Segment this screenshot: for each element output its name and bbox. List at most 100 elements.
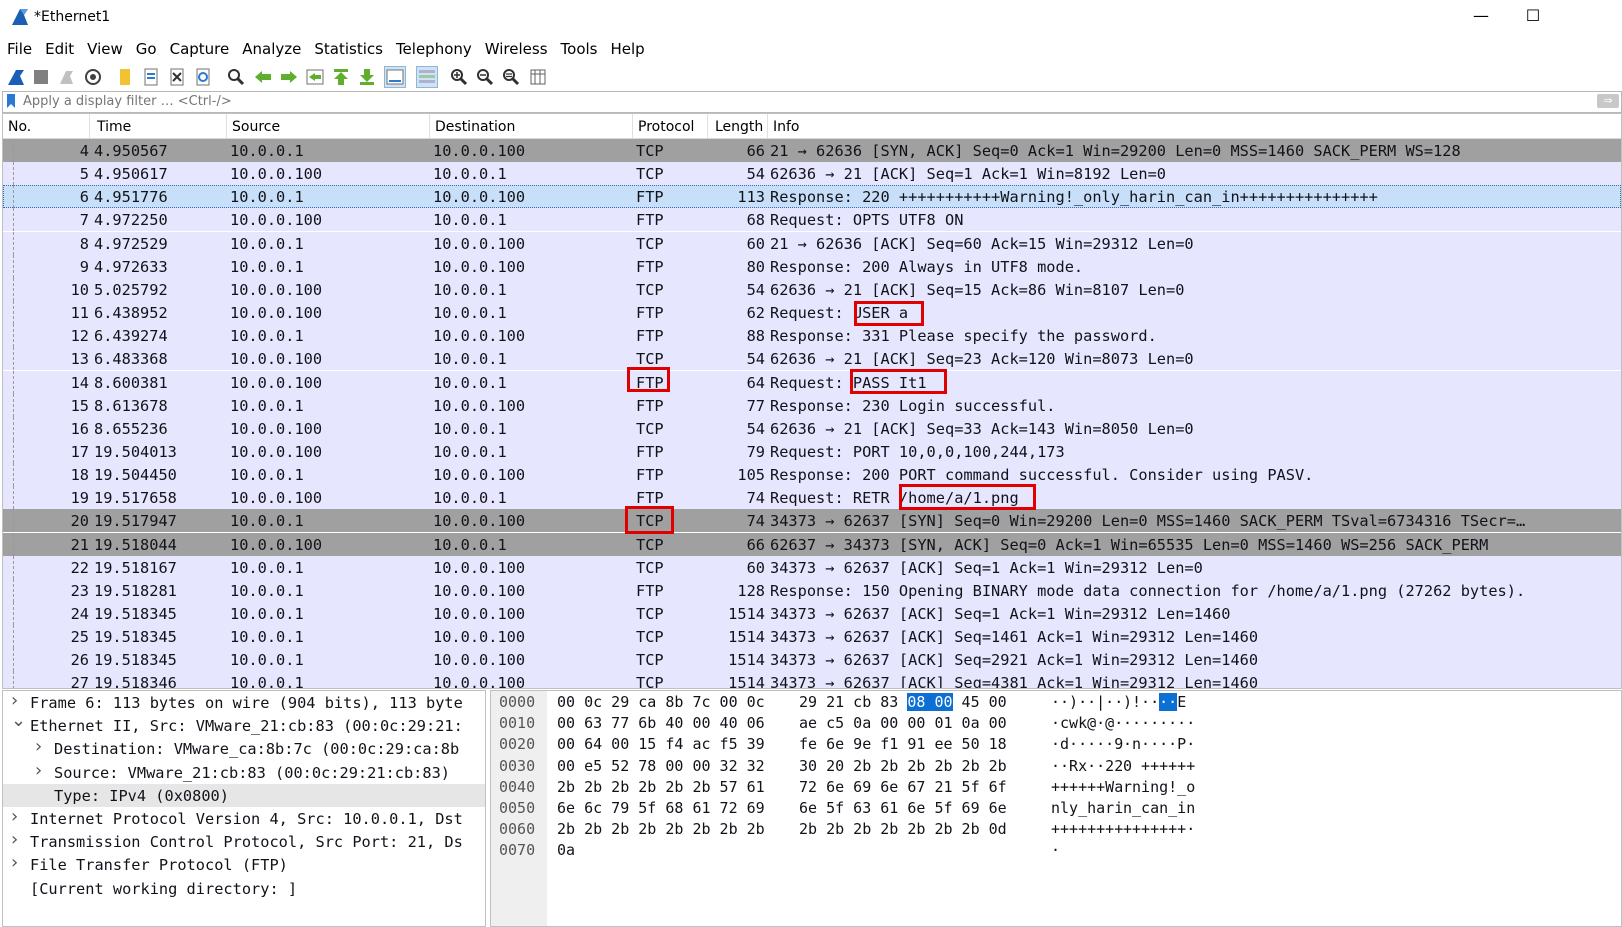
column-header-no[interactable]: No. bbox=[8, 119, 31, 135]
byte-row: 0010 00 63 77 6b 40 00 40 06 ae c5 0a 00 0… bbox=[491, 712, 1621, 733]
menu-statistics[interactable]: Statistics bbox=[307, 38, 389, 58]
menu-telephony[interactable]: Telephony bbox=[389, 38, 478, 58]
ascii-first: ++++++Wa bbox=[1051, 777, 1124, 796]
collapsed-chevron-icon[interactable]: › bbox=[11, 806, 18, 827]
table-row[interactable]: 19 19.517658 10.0.0.100 10.0.0.1 FTP 74 Reques… bbox=[3, 486, 1621, 510]
hex-bytes-first: 00 0c 29 ca 8b 7c 00 0c bbox=[557, 693, 765, 711]
table-row[interactable]: 14 8.600381 10.0.0.100 10.0.0.1 FTP 64 Request… bbox=[3, 370, 1621, 394]
minimize-button[interactable]: — bbox=[1466, 6, 1496, 25]
stop-capture-icon[interactable] bbox=[31, 67, 51, 87]
ascii-part: n_can_in bbox=[1123, 799, 1196, 817]
zoom-out-icon[interactable] bbox=[475, 67, 495, 87]
column-header-time[interactable]: Time bbox=[97, 119, 131, 135]
go-to-packet-icon[interactable] bbox=[305, 67, 325, 87]
menu-view[interactable]: View bbox=[80, 38, 129, 58]
open-file-icon[interactable] bbox=[115, 67, 135, 87]
go-back-icon[interactable] bbox=[253, 67, 273, 87]
cell-source: 10.0.0.100 bbox=[230, 165, 323, 184]
collapsed-chevron-icon[interactable]: › bbox=[11, 852, 18, 873]
menu-file[interactable]: File bbox=[0, 38, 38, 58]
table-row[interactable]: 6 4.951776 10.0.0.1 10.0.0.100 FTP 113 Respons… bbox=[3, 185, 1621, 209]
colorize-icon[interactable] bbox=[416, 66, 438, 88]
column-header-destination[interactable]: Destination bbox=[435, 119, 515, 135]
expanded-chevron-icon[interactable]: ⌄ bbox=[11, 710, 26, 731]
table-row[interactable]: 4 4.950567 10.0.0.1 10.0.0.100 TCP 66 21 → 626… bbox=[3, 139, 1621, 162]
table-row[interactable]: 25 19.518345 10.0.0.1 10.0.0.100 TCP 1514 3437… bbox=[3, 625, 1621, 649]
menu-go[interactable]: Go bbox=[129, 38, 163, 58]
ascii-highlight: ·· bbox=[1159, 693, 1178, 711]
detail-tree-item[interactable]: › Transmission Control Protocol, Src Port… bbox=[3, 829, 485, 853]
table-row[interactable]: 18 19.504450 10.0.0.1 10.0.0.100 FTP 105 Respo… bbox=[3, 463, 1621, 487]
zoom-normal-icon[interactable] bbox=[501, 67, 521, 87]
table-row[interactable]: 17 19.504013 10.0.0.100 10.0.0.1 FTP 79 Reques… bbox=[3, 439, 1621, 463]
cell-source: 10.0.0.1 bbox=[230, 257, 304, 276]
table-row[interactable]: 27 19.518346 10.0.0.1 10.0.0.100 TCP 1514 3437… bbox=[3, 671, 1621, 689]
table-row[interactable]: 11 6.438952 10.0.0.100 10.0.0.1 FTP 62 Request… bbox=[3, 301, 1621, 325]
cell-protocol: FTP bbox=[636, 211, 664, 230]
table-row[interactable]: 23 19.518281 10.0.0.1 10.0.0.100 FTP 128 Respo… bbox=[3, 578, 1621, 602]
table-row[interactable]: 21 19.518044 10.0.0.100 10.0.0.1 TCP 66 62637 … bbox=[3, 532, 1621, 556]
column-header-length[interactable]: Length bbox=[715, 119, 763, 135]
detail-tree-item[interactable]: › Frame 6: 113 bytes on wire (904 bits), … bbox=[3, 691, 485, 714]
maximize-button[interactable]: ☐ bbox=[1518, 6, 1548, 25]
table-row[interactable]: 5 4.950617 10.0.0.100 10.0.0.1 TCP 54 62636 → … bbox=[3, 162, 1621, 186]
table-row[interactable]: 8 4.972529 10.0.0.1 10.0.0.100 TCP 60 21 → 626… bbox=[3, 231, 1621, 255]
cell-protocol: FTP bbox=[636, 442, 664, 461]
reload-file-icon[interactable] bbox=[193, 67, 213, 87]
collapsed-chevron-icon[interactable]: › bbox=[11, 829, 18, 850]
collapsed-chevron-icon[interactable]: › bbox=[11, 691, 18, 711]
go-forward-icon[interactable] bbox=[279, 67, 299, 87]
table-row[interactable]: 7 4.972250 10.0.0.100 10.0.0.1 FTP 68 Request:… bbox=[3, 208, 1621, 232]
shark-fin-start-icon[interactable] bbox=[6, 67, 26, 87]
detail-tree-item[interactable]: › File Transfer Protocol (FTP) bbox=[3, 852, 485, 876]
cell-time: 5.025792 bbox=[94, 280, 168, 299]
table-row[interactable]: 26 19.518345 10.0.0.1 10.0.0.100 TCP 1514 3437… bbox=[3, 648, 1621, 672]
close-file-icon[interactable] bbox=[167, 67, 187, 87]
table-row[interactable]: 24 19.518345 10.0.0.1 10.0.0.100 TCP 1514 3437… bbox=[3, 602, 1621, 625]
cell-length: 77 bbox=[746, 396, 765, 415]
detail-tree-item[interactable]: Type: IPv4 (0x0800) bbox=[3, 783, 485, 807]
menu-edit[interactable]: Edit bbox=[38, 38, 80, 58]
column-header-protocol[interactable]: Protocol bbox=[638, 119, 694, 135]
cell-no: 19 bbox=[70, 489, 89, 508]
go-first-icon[interactable] bbox=[331, 67, 351, 87]
collapsed-chevron-icon[interactable]: › bbox=[35, 760, 42, 781]
table-row[interactable]: 12 6.439274 10.0.0.1 10.0.0.100 FTP 88 Respons… bbox=[3, 324, 1621, 348]
detail-tree-item[interactable]: ⌄ Ethernet II, Src: VMware_21:cb:83 (00:0… bbox=[3, 710, 485, 737]
column-header-info[interactable]: Info bbox=[773, 119, 800, 135]
resize-columns-icon[interactable] bbox=[528, 67, 548, 87]
restart-capture-icon[interactable] bbox=[57, 67, 77, 87]
zoom-in-icon[interactable] bbox=[449, 67, 469, 87]
detail-tree-item[interactable]: › Internet Protocol Version 4, Src: 10.0.… bbox=[3, 806, 485, 830]
table-row[interactable]: 10 5.025792 10.0.0.100 10.0.0.1 TCP 54 62636 →… bbox=[3, 277, 1621, 301]
table-row[interactable]: 15 8.613678 10.0.0.1 10.0.0.100 FTP 77 Respons… bbox=[3, 393, 1621, 417]
display-filter-input[interactable] bbox=[23, 92, 1533, 110]
ascii-part: ·n····P· bbox=[1123, 735, 1196, 754]
bookmark-icon[interactable] bbox=[7, 94, 15, 108]
menu-wireless[interactable]: Wireless bbox=[478, 38, 554, 58]
menu-help[interactable]: Help bbox=[603, 38, 650, 58]
column-header-source[interactable]: Source bbox=[232, 119, 280, 135]
autoscroll-icon[interactable] bbox=[384, 66, 406, 88]
table-row[interactable]: 9 4.972633 10.0.0.1 10.0.0.100 FTP 80 Response… bbox=[3, 254, 1621, 278]
table-row[interactable]: 16 8.655236 10.0.0.100 10.0.0.1 TCP 54 62636 →… bbox=[3, 416, 1621, 440]
save-file-icon[interactable] bbox=[141, 67, 161, 87]
go-last-icon[interactable] bbox=[357, 67, 377, 87]
table-row[interactable]: 22 19.518167 10.0.0.1 10.0.0.100 TCP 60 34373 … bbox=[3, 555, 1621, 579]
table-row[interactable]: 20 19.517947 10.0.0.1 10.0.0.100 TCP 74 34373 … bbox=[3, 509, 1621, 533]
menu-tools[interactable]: Tools bbox=[554, 38, 604, 58]
detail-tree-item[interactable]: › Source: VMware_21:cb:83 (00:0c:29:21:cb… bbox=[3, 760, 485, 784]
detail-tree-item[interactable]: › Destination: VMware_ca:8b:7c (00:0c:29:… bbox=[3, 736, 485, 760]
hex-part: 6e 5f 63 61 6e 5f 69 6e bbox=[799, 799, 1007, 817]
cell-info: 34373 → 62637 [ACK] Seq=1461 Ack=1 Win=2… bbox=[770, 628, 1259, 647]
cell-protocol: TCP bbox=[636, 674, 664, 689]
table-row[interactable]: 13 6.483368 10.0.0.100 10.0.0.1 TCP 54 62636 →… bbox=[3, 347, 1621, 371]
collapsed-chevron-icon[interactable]: › bbox=[35, 736, 42, 757]
menu-analyze[interactable]: Analyze bbox=[235, 38, 307, 58]
capture-options-icon[interactable] bbox=[83, 67, 103, 87]
apply-filter-arrow-icon[interactable]: ⇒ bbox=[1597, 94, 1619, 108]
cell-destination: 10.0.0.100 bbox=[433, 628, 526, 647]
detail-tree-item[interactable]: [Current working directory: ] bbox=[3, 877, 485, 900]
menu-capture[interactable]: Capture bbox=[163, 38, 236, 58]
find-packet-icon[interactable] bbox=[226, 67, 246, 87]
